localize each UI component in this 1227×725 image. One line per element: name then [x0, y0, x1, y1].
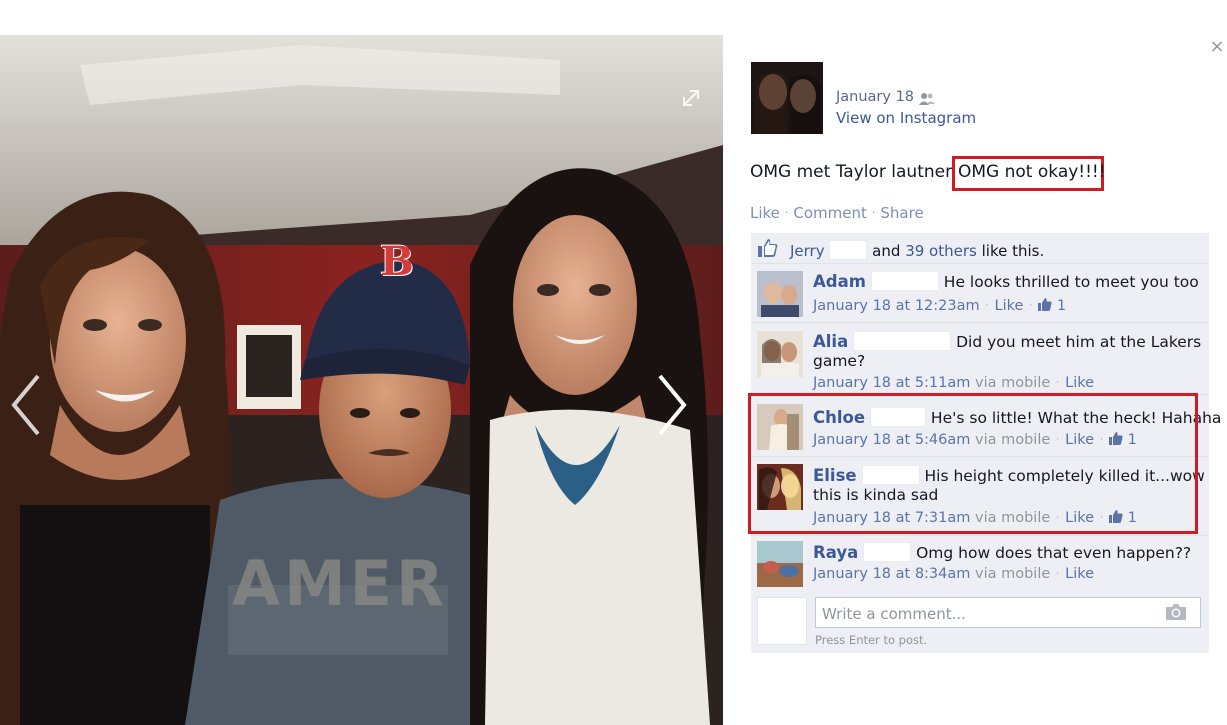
- comment-item: Alia Did you meet him at the Lakers game…: [751, 323, 1209, 395]
- comment-text: His height completely killed it...wow: [924, 467, 1205, 485]
- expand-icon[interactable]: [678, 85, 704, 111]
- photo[interactable]: B AMER: [0, 35, 723, 725]
- redacted-name: [853, 331, 952, 351]
- likes-suffix: like this.: [981, 242, 1045, 260]
- commenter-name[interactable]: Raya: [813, 543, 858, 562]
- comment-text: Omg how does that even happen??: [916, 544, 1192, 562]
- commenter-avatar[interactable]: [757, 271, 803, 317]
- comment-like-count[interactable]: 1: [1128, 510, 1137, 526]
- comment-via: via mobile: [975, 566, 1051, 582]
- comment-meta: January 18 at 5:46am via mobile · Like · 1: [813, 432, 1137, 448]
- comment-item: Raya Omg how does that even happen?? Jan…: [751, 536, 1209, 592]
- separator: ·: [1056, 435, 1060, 445]
- photo-viewer: B AMER × January 18 View on Instagram OM…: [0, 0, 1227, 725]
- redacted-name: [829, 240, 868, 260]
- comment-like-link[interactable]: Like: [1065, 375, 1094, 391]
- chevron-left-icon[interactable]: [6, 370, 46, 440]
- comment-like-link[interactable]: Like: [1065, 510, 1094, 526]
- photo-image: [0, 35, 723, 725]
- separator: ·: [1100, 513, 1103, 523]
- view-on-instagram-link[interactable]: View on Instagram: [836, 109, 976, 127]
- commenter-avatar[interactable]: [757, 331, 803, 377]
- likes-and: and: [872, 242, 901, 260]
- post-actions: Like · Comment · Share: [750, 204, 924, 222]
- camera-icon[interactable]: [1165, 603, 1187, 621]
- separator: ·: [784, 206, 789, 219]
- comment-line-continued: game?: [813, 352, 866, 370]
- commenter-name[interactable]: Adam: [813, 272, 866, 291]
- like-link[interactable]: Like: [750, 204, 780, 222]
- comment-like-link[interactable]: Like: [995, 298, 1024, 314]
- comment-like-link[interactable]: Like: [1065, 432, 1094, 448]
- author-avatar[interactable]: [751, 62, 823, 134]
- commenter-avatar[interactable]: [757, 541, 803, 587]
- friends-icon: [919, 91, 935, 105]
- comment-line: Alia Did you meet him at the Lakers: [813, 331, 1201, 351]
- comment-line: Chloe He's so little! What the heck! Hah…: [813, 407, 1221, 427]
- comment-item: Chloe He's so little! What the heck! Hah…: [751, 395, 1221, 457]
- comment-line: Adam He looks thrilled to meet you too: [813, 271, 1199, 291]
- share-link[interactable]: Share: [880, 204, 923, 222]
- comment-text: He's so little! What the heck! Hahaha: [930, 409, 1222, 427]
- comment-meta: January 18 at 12:23am · Like · 1: [813, 298, 1066, 314]
- redacted-name: [870, 271, 939, 291]
- comment-via: via mobile: [975, 375, 1051, 391]
- thumbs-up-icon: [1038, 298, 1052, 311]
- comment-via: via mobile: [975, 432, 1051, 448]
- separator: ·: [871, 206, 876, 219]
- commenter-avatar[interactable]: [757, 464, 803, 510]
- comment-link[interactable]: Comment: [793, 204, 867, 222]
- comment-timestamp[interactable]: January 18 at 5:11am: [813, 375, 970, 391]
- separator: ·: [1056, 569, 1060, 579]
- comment-text: Did you meet him at the Lakers: [956, 333, 1202, 351]
- post-date[interactable]: January 18: [836, 89, 914, 105]
- commenter-avatar[interactable]: [757, 404, 803, 450]
- shirt-print: AMER: [232, 547, 448, 620]
- liker-name[interactable]: Jerry: [790, 242, 825, 260]
- likes-text: Jerry and 39 others like this.: [790, 240, 1044, 260]
- comment-line-continued: this is kinda sad: [813, 486, 939, 504]
- comment-like-link[interactable]: Like: [1065, 566, 1094, 582]
- commenter-name[interactable]: Elise: [813, 466, 857, 485]
- comment-text: He looks thrilled to meet you too: [943, 273, 1199, 291]
- post-caption: OMG met Taylor lautner: [750, 162, 953, 182]
- chevron-right-icon[interactable]: [652, 370, 692, 440]
- comment-line: Raya Omg how does that even happen??: [813, 542, 1191, 562]
- comment-like-count[interactable]: 1: [1128, 432, 1137, 448]
- comment-timestamp[interactable]: January 18 at 12:23am: [813, 298, 980, 314]
- comment-timestamp[interactable]: January 18 at 7:31am: [813, 510, 970, 526]
- thumbs-up-icon: [1108, 432, 1123, 445]
- comment-meta: January 18 at 5:11am via mobile · Like: [813, 375, 1094, 391]
- cap-logo: B: [380, 238, 414, 285]
- comment-via: via mobile: [975, 510, 1051, 526]
- redacted-name: [869, 407, 926, 427]
- comment-meta: January 18 at 7:31am via mobile · Like · 1: [813, 510, 1137, 526]
- thumbs-up-icon: [1108, 510, 1123, 523]
- redacted-name: [861, 465, 920, 485]
- comment-like-count[interactable]: 1: [1057, 298, 1066, 314]
- my-avatar: [757, 597, 807, 645]
- separator: ·: [1029, 301, 1033, 311]
- comment-item: Adam He looks thrilled to meet you too J…: [751, 264, 1209, 323]
- close-button[interactable]: ×: [1208, 36, 1226, 58]
- separator: ·: [1100, 435, 1103, 445]
- caption-highlight-text: OMG not okay!!!!: [958, 162, 1106, 182]
- likes-others-link[interactable]: 39 others: [905, 242, 977, 260]
- separator: ·: [985, 301, 989, 311]
- separator: ·: [1056, 378, 1060, 388]
- commenter-name[interactable]: Chloe: [813, 408, 865, 427]
- comment-line: Elise His height completely killed it...…: [813, 465, 1205, 485]
- redacted-name: [863, 542, 912, 562]
- thumbs-up-icon: [757, 238, 779, 258]
- comment-meta: January 18 at 8:34am via mobile · Like: [813, 566, 1094, 582]
- composer-hint: Press Enter to post.: [815, 633, 928, 647]
- commenter-name[interactable]: Alia: [813, 332, 848, 351]
- comment-input[interactable]: [815, 597, 1201, 628]
- comment-item: Elise His height completely killed it...…: [751, 457, 1209, 536]
- comment-timestamp[interactable]: January 18 at 8:34am: [813, 566, 970, 582]
- comment-timestamp[interactable]: January 18 at 5:46am: [813, 432, 970, 448]
- separator: ·: [1056, 513, 1060, 523]
